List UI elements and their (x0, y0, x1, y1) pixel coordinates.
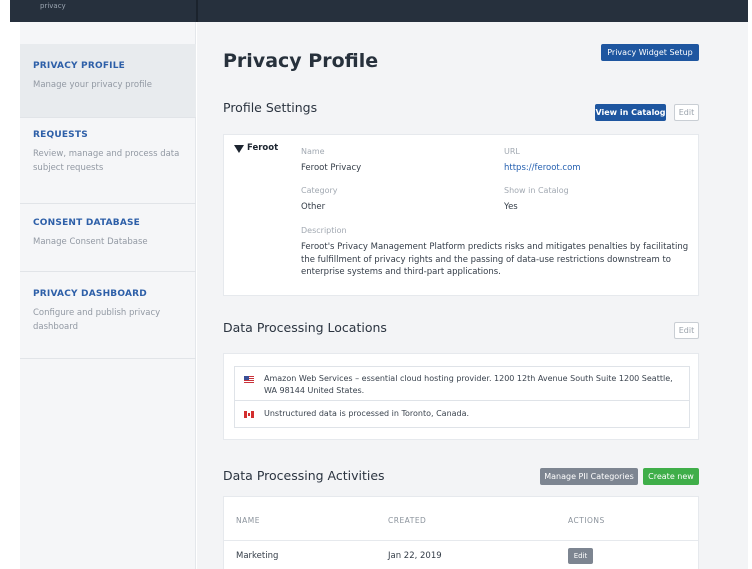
location-text: Amazon Web Services – essential cloud ho… (264, 374, 673, 395)
top-bar-divider (196, 0, 198, 22)
sidebar-item-privacy-profile[interactable]: PRIVACY PROFILE Manage your privacy prof… (20, 44, 196, 118)
sidebar-item-title: PRIVACY DASHBOARD (33, 289, 147, 299)
top-nav-bar: privacy (10, 0, 748, 22)
top-bar: privacy (0, 0, 752, 22)
location-row: Amazon Web Services – essential cloud ho… (234, 366, 690, 401)
activities-table-header: NAME CREATED ACTIONS (223, 496, 699, 541)
activity-name: Marketing (236, 551, 279, 561)
column-header-name[interactable]: NAME (236, 516, 260, 525)
feroot-logo-text: Feroot (247, 143, 279, 153)
show-in-catalog-value: Yes (504, 202, 518, 212)
us-flag-icon (244, 376, 254, 383)
locations-edit-button[interactable]: Edit (674, 322, 699, 339)
app-logo[interactable]: privacy (40, 2, 66, 10)
sidebar-item-desc: Manage Consent Database (33, 237, 148, 247)
table-row[interactable]: Marketing Jan 22, 2019 Edit (223, 541, 699, 569)
data-processing-locations-title: Data Processing Locations (223, 320, 387, 335)
location-row: Unstructured data is processed in Toront… (234, 401, 690, 428)
feroot-logo-icon (234, 145, 244, 153)
profile-card: Feroot Name Feroot Privacy URL https://f… (223, 134, 699, 296)
activity-edit-button[interactable]: Edit (568, 548, 593, 564)
sidebar-item-requests[interactable]: REQUESTS Review, manage and process data… (20, 118, 196, 204)
locations-card: Amazon Web Services – essential cloud ho… (223, 353, 699, 440)
sidebar: PRIVACY PROFILE Manage your privacy prof… (20, 22, 196, 569)
profile-edit-button[interactable]: Edit (674, 104, 699, 121)
sidebar-item-desc: Configure and publish privacy dashboard (33, 308, 161, 332)
privacy-widget-setup-button[interactable]: Privacy Widget Setup (601, 44, 699, 61)
manage-pii-categories-button[interactable]: Manage PII Categories (540, 468, 638, 485)
data-processing-activities-title: Data Processing Activities (223, 468, 385, 483)
profile-settings-title: Profile Settings (223, 100, 318, 115)
canada-flag-icon (244, 411, 254, 418)
sidebar-item-consent-database[interactable]: CONSENT DATABASE Manage Consent Database (20, 204, 196, 272)
name-label: Name (301, 147, 325, 156)
create-new-button[interactable]: Create new (643, 468, 699, 485)
sidebar-item-desc: Review, manage and process data subject … (33, 149, 180, 173)
column-header-actions: ACTIONS (568, 516, 605, 525)
sidebar-item-title: CONSENT DATABASE (33, 218, 141, 228)
description-value: Feroot's Privacy Management Platform pre… (301, 242, 689, 277)
activity-created: Jan 22, 2019 (388, 551, 442, 561)
category-label: Category (301, 186, 338, 195)
name-value: Feroot Privacy (301, 163, 362, 173)
sidebar-item-privacy-dashboard[interactable]: PRIVACY DASHBOARD Configure and publish … (20, 272, 196, 359)
url-label: URL (504, 147, 520, 156)
view-in-catalog-button[interactable]: View in Catalog (595, 104, 666, 121)
show-in-catalog-label: Show in Catalog (504, 186, 569, 195)
window-edge (748, 22, 752, 569)
column-header-created[interactable]: CREATED (388, 516, 426, 525)
location-text: Unstructured data is processed in Toront… (264, 409, 470, 418)
description-label: Description (301, 226, 347, 235)
category-value: Other (301, 202, 326, 212)
sidebar-item-desc: Manage your privacy profile (33, 80, 153, 90)
main-content: Privacy Profile Privacy Widget Setup Pro… (197, 22, 748, 569)
sidebar-item-title: PRIVACY PROFILE (33, 61, 126, 71)
feroot-logo: Feroot (234, 143, 278, 153)
sidebar-item-title: REQUESTS (33, 130, 88, 140)
url-link[interactable]: https://feroot.com (504, 163, 581, 173)
page-title: Privacy Profile (223, 50, 379, 72)
